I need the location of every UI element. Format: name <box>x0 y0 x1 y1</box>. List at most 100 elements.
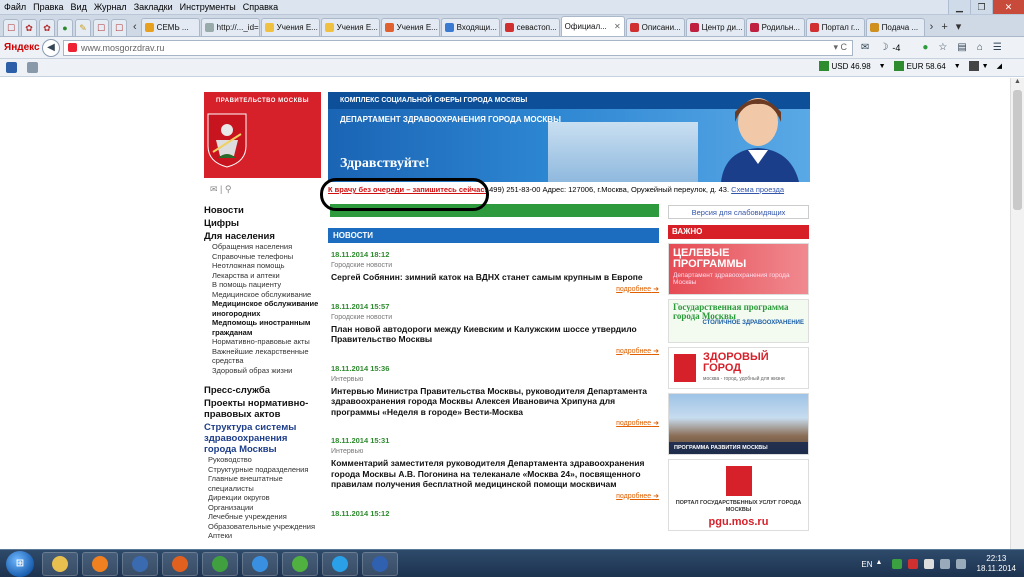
news-title[interactable]: План новой автодороги между Киевским и К… <box>331 324 659 345</box>
maximize-button[interactable]: ❐ <box>970 0 992 14</box>
nav-subitem[interactable]: Аптеки <box>204 531 322 541</box>
menu-item[interactable]: Журнал <box>94 2 127 12</box>
pinned-tab[interactable]: ☐ <box>93 19 109 36</box>
flag-icon[interactable] <box>923 559 934 569</box>
taskbar-app-skype[interactable] <box>322 551 358 576</box>
nav-subitem[interactable]: Нормативно-правовые акты <box>204 337 322 347</box>
language-indicator[interactable]: EN <box>861 560 872 569</box>
taskbar-app-chrome[interactable] <box>202 551 238 576</box>
taskbar-app-explorer[interactable] <box>42 551 78 576</box>
news-more-link[interactable]: подробнее ➜ <box>331 347 659 355</box>
minimize-button[interactable]: ▁ <box>948 0 970 14</box>
bookmark-icon[interactable] <box>27 62 38 73</box>
back-button[interactable]: ◀ <box>42 38 60 57</box>
nav-subitem[interactable]: Дирекции округов <box>204 493 322 503</box>
new-tab-icon[interactable]: + <box>941 21 947 33</box>
scroll-up-icon[interactable]: ▲ <box>1011 78 1024 85</box>
start-button[interactable]: ⊞ <box>6 550 34 577</box>
tab-close-icon[interactable]: ✕ <box>614 22 621 31</box>
network-icon[interactable] <box>939 559 950 569</box>
url-input[interactable]: www.mosgorzdrav.ru ▾ C <box>63 39 853 56</box>
promo-link[interactable]: pgu.mos.ru <box>669 516 808 528</box>
pinned-tab[interactable]: ✿ <box>21 19 37 36</box>
translate-icon[interactable]: ● <box>922 42 928 53</box>
scrollbar-thumb[interactable] <box>1013 90 1022 210</box>
nav-subitem[interactable]: Неотложная помощь <box>204 261 322 271</box>
nav-subitem[interactable]: Лечебные учреждения <box>204 512 322 522</box>
promo-moscow-development[interactable]: ПРОГРАММА РАЗВИТИЯ МОСКВЫ <box>668 393 809 455</box>
taskbar-app-ie[interactable] <box>242 551 278 576</box>
pinned-tab[interactable]: ☐ <box>3 19 19 36</box>
pinned-tab[interactable]: ✎ <box>75 19 91 36</box>
nav-subitem[interactable]: Образовательные учреждения <box>204 522 322 532</box>
nav-subitem[interactable]: Важнейшие лекарственные средства <box>204 347 322 366</box>
close-button[interactable]: ✕ <box>992 0 1024 14</box>
nav-subitem[interactable]: Здоровый образ жизни <box>204 366 322 376</box>
clock[interactable]: 22:13 18.11.2014 <box>977 554 1016 574</box>
taskbar-app-firefox[interactable] <box>162 551 198 576</box>
promo-state-program[interactable]: Государственная программа города Москвы … <box>668 299 809 343</box>
nav-subitem[interactable]: Медицинское обслуживание <box>204 290 322 300</box>
volume-icon[interactable] <box>955 559 966 569</box>
refresh-icon[interactable]: ▾ C <box>833 42 847 53</box>
menu-item[interactable]: Вид <box>71 2 87 12</box>
menu-item[interactable]: Инструменты <box>180 2 236 12</box>
nav-subitem[interactable]: Структурные подразделения <box>204 465 322 475</box>
tabs-scroll-left-icon[interactable]: ‹ <box>133 21 137 33</box>
browser-tab[interactable]: СЕМЬ ... <box>140 18 200 36</box>
taskbar-app-floppy[interactable] <box>122 551 158 576</box>
taskbar-app-media-player[interactable] <box>82 551 118 576</box>
tray-app-icon[interactable] <box>907 559 918 569</box>
chevron-down-icon[interactable]: ▼ <box>954 63 961 70</box>
pinned-tab[interactable]: ✿ <box>39 19 55 36</box>
promo-public-services[interactable]: ПОРТАЛ ГОСУДАРСТВЕННЫХ УСЛУГ ГОРОДА МОСК… <box>668 459 809 531</box>
pinned-tab[interactable]: ● <box>57 19 73 36</box>
tray-arrow-icon[interactable]: ▲ <box>876 559 886 569</box>
nav-subitem[interactable]: Медпомощь иностранным гражданам <box>204 318 322 337</box>
browser-tab[interactable]: http://..._id=58 <box>200 18 260 36</box>
taskbar-app-word[interactable] <box>362 551 398 576</box>
bookmarks-menu-icon[interactable]: ▤ <box>957 42 966 53</box>
mail-search-icons[interactable]: ✉ | ⚲ <box>210 184 231 195</box>
gadget-icon[interactable] <box>968 61 979 71</box>
mail-icon[interactable]: ✉ <box>861 42 869 53</box>
menu-item[interactable]: Файл <box>4 2 26 12</box>
menu-item[interactable]: Справка <box>243 2 278 12</box>
news-header[interactable]: НОВОСТИ <box>328 228 659 243</box>
menu-item[interactable]: Правка <box>33 2 63 12</box>
browser-tab[interactable]: Подача ... <box>865 18 925 36</box>
news-more-link[interactable]: подробнее ➜ <box>331 492 659 500</box>
news-more-link[interactable]: подробнее ➜ <box>331 419 659 427</box>
nav-subitem[interactable]: Лекарства и аптеки <box>204 271 322 281</box>
nav-subitem[interactable]: Справочные телефоны <box>204 252 322 262</box>
nav-section[interactable]: Пресс-служба <box>204 385 322 396</box>
bookmark-icon[interactable] <box>6 62 17 73</box>
browser-tab[interactable]: Учения Е... <box>320 18 380 36</box>
tabs-scroll-right-icon[interactable]: › <box>930 21 934 33</box>
low-vision-link[interactable]: Версия для слабовидящих <box>668 205 809 219</box>
browser-tab[interactable]: Учения Е... <box>380 18 440 36</box>
nav-subitem[interactable]: Главные внештатные специалисты <box>204 474 322 493</box>
browser-tab[interactable]: Описани... <box>625 18 685 36</box>
tabs-list-icon[interactable]: ▾ <box>956 20 962 33</box>
promo-healthy-city[interactable]: ЗДОРОВЫЙ ГОРОД москва - город, удобный д… <box>668 347 809 389</box>
menu-icon[interactable]: ☰ <box>993 42 1002 53</box>
news-title[interactable]: Комментарий заместителя руководителя Деп… <box>331 458 659 490</box>
vertical-scrollbar[interactable]: ▲ <box>1010 78 1024 549</box>
nav-section[interactable]: Проекты нормативно-правовых актов <box>204 398 322 420</box>
menu-item[interactable]: Закладки <box>134 2 173 12</box>
nav-section-active[interactable]: Структура системы здравоохранения города… <box>204 422 322 455</box>
weather-icon[interactable]: ☽ <box>879 42 888 53</box>
nav-section[interactable]: Цифры <box>204 218 322 229</box>
browser-tab[interactable]: Центр ди... <box>685 18 745 36</box>
bookmark-star-icon[interactable]: ☆ <box>938 42 947 53</box>
route-link[interactable]: Схема проезда <box>731 185 784 194</box>
taskbar-app-utorrent[interactable] <box>282 551 318 576</box>
news-title[interactable]: Интервью Министра Правительства Москвы, … <box>331 386 659 418</box>
eur-rate[interactable]: EUR 58.64 <box>907 62 946 71</box>
nav-subitem[interactable]: В помощь пациенту <box>204 280 322 290</box>
news-more-link[interactable]: подробнее ➜ <box>331 285 659 293</box>
chevron-down-icon[interactable]: ▼ <box>982 63 989 70</box>
browser-tab[interactable]: севастоп... <box>500 18 560 36</box>
home-icon[interactable]: ⌂ <box>977 42 983 53</box>
